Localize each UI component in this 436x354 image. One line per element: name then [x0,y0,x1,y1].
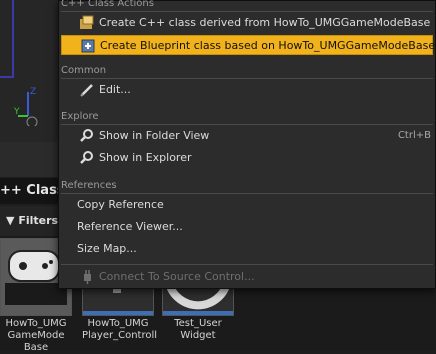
edit-label: Edit... [99,83,131,96]
copy-reference-item[interactable]: Copy Reference [61,195,433,215]
viewport-frame [0,0,14,78]
shortcut-label: Ctrl+B [397,130,431,141]
asset-label: HowTo_UMG Player_Controll [82,318,158,341]
filter-icon: ▼ [6,214,15,227]
section-divider [61,264,433,265]
plug-icon [79,269,95,285]
section-title-explore: Explore [61,111,99,122]
section-divider [61,193,433,194]
reference-viewer-label: Reference Viewer... [77,220,183,233]
asset-label: HowTo_UMG GameMode Base [5,318,67,353]
source-control-label: Connect To Source Control... [99,270,255,283]
section-divider [61,78,433,79]
section-divider [61,11,433,12]
context-menu: C++ Class Actions Create C++ class deriv… [58,0,436,289]
magnifier-icon [79,150,95,166]
create-cpp-class-item[interactable]: Create C++ class derived from HowTo_UMGG… [61,13,433,33]
svg-text:Z: Z [30,87,36,97]
show-in-folder-view-item[interactable]: Show in Folder View Ctrl+B [61,126,433,146]
section-title-cpp: C++ Class Actions [61,0,154,9]
show-in-explorer-item[interactable]: Show in Explorer [61,148,433,168]
size-map-label: Size Map... [77,242,137,255]
axis-gizmo-icon: Z Y [14,87,38,126]
magnifier-icon [79,128,95,144]
show-folder-label: Show in Folder View [99,129,210,142]
blueprint-bar [163,311,233,315]
size-map-item[interactable]: Size Map... [61,239,433,259]
toolbar-strip [0,142,60,177]
svg-text:Y: Y [14,107,20,117]
section-title-common: Common [61,65,107,76]
show-explorer-label: Show in Explorer [99,151,192,164]
section-title-references: References [61,180,117,191]
edit-pencil-icon [79,82,95,98]
create-blueprint-class-item[interactable]: Create Blueprint class based on HowTo_UM… [61,35,436,55]
connect-source-control-item[interactable]: Connect To Source Control... [61,267,433,287]
blueprint-class-icon [80,38,96,54]
edit-item[interactable]: Edit... [61,80,433,100]
blueprint-bar [83,311,153,315]
asset-label: Test_User Widget [174,318,222,341]
cpp-class-icon [79,15,95,31]
reference-viewer-item[interactable]: Reference Viewer... [61,217,433,237]
create-cpp-label: Create C++ class derived from HowTo_UMGG… [99,16,431,29]
create-blueprint-label: Create Blueprint class based on HowTo_UM… [100,39,436,52]
filters-label: Filters [18,214,59,227]
section-divider [61,124,433,125]
level-viewport[interactable]: Z Y [0,0,61,142]
copy-reference-label: Copy Reference [77,198,164,211]
